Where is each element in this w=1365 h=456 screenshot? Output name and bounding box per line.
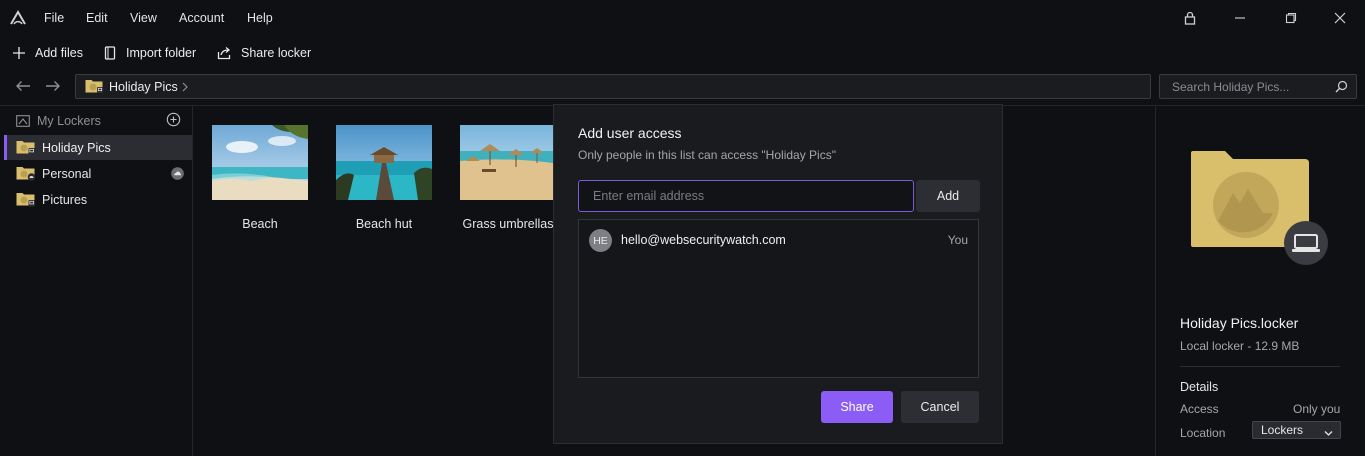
import-folder-label: Import folder (126, 46, 197, 60)
list-item[interactable]: HE hello@websecuritywatch.com You (579, 220, 978, 260)
sidebar-item-pictures[interactable]: Pictures (4, 187, 192, 212)
file-thumbnail-beach[interactable] (212, 125, 308, 200)
locker-name: Holiday Pics.locker (1180, 315, 1299, 331)
menu-edit[interactable]: Edit (86, 11, 108, 25)
add-user-access-dialog: Add user access Only people in this list… (553, 104, 1003, 444)
close-button[interactable] (1328, 7, 1352, 29)
user-role: You (947, 233, 968, 247)
locker-folder-icon (85, 78, 104, 97)
large-locker-folder-icon (1189, 149, 1331, 270)
location-label: Location (1180, 426, 1226, 440)
location-select-value: Lockers (1261, 423, 1304, 437)
add-button[interactable]: Add (916, 180, 980, 212)
details-panel: Holiday Pics.locker Local locker - 12.9 … (1155, 105, 1365, 456)
lock-icon (1184, 11, 1196, 25)
restore-button[interactable] (1279, 7, 1303, 29)
cancel-button[interactable]: Cancel (901, 391, 979, 423)
search-icon[interactable] (1335, 80, 1348, 96)
divider (1180, 366, 1340, 367)
plus-circle-icon (166, 112, 181, 127)
minimize-button[interactable] (1228, 7, 1252, 29)
toolbar: Add files Import folder Share locker (0, 37, 1365, 69)
plus-icon (13, 47, 25, 59)
avatar: HE (589, 229, 612, 252)
user-list: HE hello@websecuritywatch.com You (578, 219, 979, 378)
location-select[interactable]: Lockers (1252, 421, 1341, 439)
share-locker-label: Share locker (241, 46, 312, 60)
breadcrumb[interactable]: Holiday Pics (75, 74, 1151, 99)
app-logo-icon (9, 9, 27, 30)
share-locker-button[interactable]: Share locker (217, 43, 311, 63)
back-button[interactable] (15, 80, 31, 95)
sidebar-item-label: Holiday Pics (42, 141, 111, 155)
add-locker-button[interactable] (166, 112, 181, 130)
file-label: Beach hut (355, 217, 413, 231)
details-section-title: Details (1180, 380, 1219, 394)
chevron-right-icon (181, 81, 189, 95)
minimize-icon (1235, 17, 1245, 19)
sidebar-header-label: My Lockers (37, 114, 101, 128)
locker-meta: Local locker - 12.9 MB (1180, 339, 1300, 353)
access-label: Access (1180, 402, 1219, 416)
email-input[interactable] (578, 180, 914, 212)
locker-folder-icon (16, 165, 36, 184)
search-box[interactable] (1159, 74, 1357, 99)
arrow-left-icon (16, 81, 30, 91)
sidebar-item-personal[interactable]: Personal (4, 161, 192, 186)
title-bar: File Edit View Account Help (0, 0, 1365, 37)
share-button[interactable]: Share (821, 391, 893, 423)
add-files-button[interactable]: Add files (12, 43, 83, 63)
forward-button[interactable] (45, 80, 61, 95)
dialog-subtitle: Only people in this list can access "Hol… (578, 148, 836, 162)
sidebar-item-label: Personal (42, 167, 92, 181)
menu-account[interactable]: Account (179, 11, 224, 25)
import-folder-button[interactable]: Import folder (104, 43, 196, 63)
cloud-icon (171, 167, 184, 183)
access-value: Only you (1293, 402, 1341, 416)
file-thumbnail-beach-hut[interactable] (336, 125, 432, 200)
lock-button[interactable] (1178, 7, 1202, 29)
chevron-down-icon (1324, 426, 1333, 440)
breadcrumb-current[interactable]: Holiday Pics (109, 80, 178, 94)
sidebar-item-holiday-pics[interactable]: Holiday Pics (4, 135, 192, 160)
locker-folder-icon (16, 139, 36, 158)
sidebar-header: My Lockers (16, 114, 101, 128)
restore-icon (1285, 12, 1297, 24)
add-files-label: Add files (35, 46, 83, 60)
lockers-icon (16, 115, 30, 127)
menu-help[interactable]: Help (247, 11, 273, 25)
search-input[interactable] (1172, 80, 1332, 94)
menu-file[interactable]: File (44, 11, 64, 25)
sidebar: My Lockers Holiday Pics Personal Picture… (0, 105, 193, 456)
share-icon (217, 47, 231, 60)
file-thumbnail-grass-umbrellas[interactable] (460, 125, 553, 200)
user-email: hello@websecuritywatch.com (621, 233, 786, 247)
arrow-right-icon (46, 81, 60, 91)
sidebar-item-label: Pictures (42, 193, 88, 207)
menu-view[interactable]: View (130, 11, 157, 25)
dialog-title: Add user access (578, 125, 682, 141)
address-bar: Holiday Pics (0, 69, 1365, 104)
close-icon (1334, 12, 1346, 24)
locker-folder-icon (16, 191, 36, 210)
file-label: Beach (242, 217, 278, 231)
import-folder-icon (104, 46, 116, 60)
